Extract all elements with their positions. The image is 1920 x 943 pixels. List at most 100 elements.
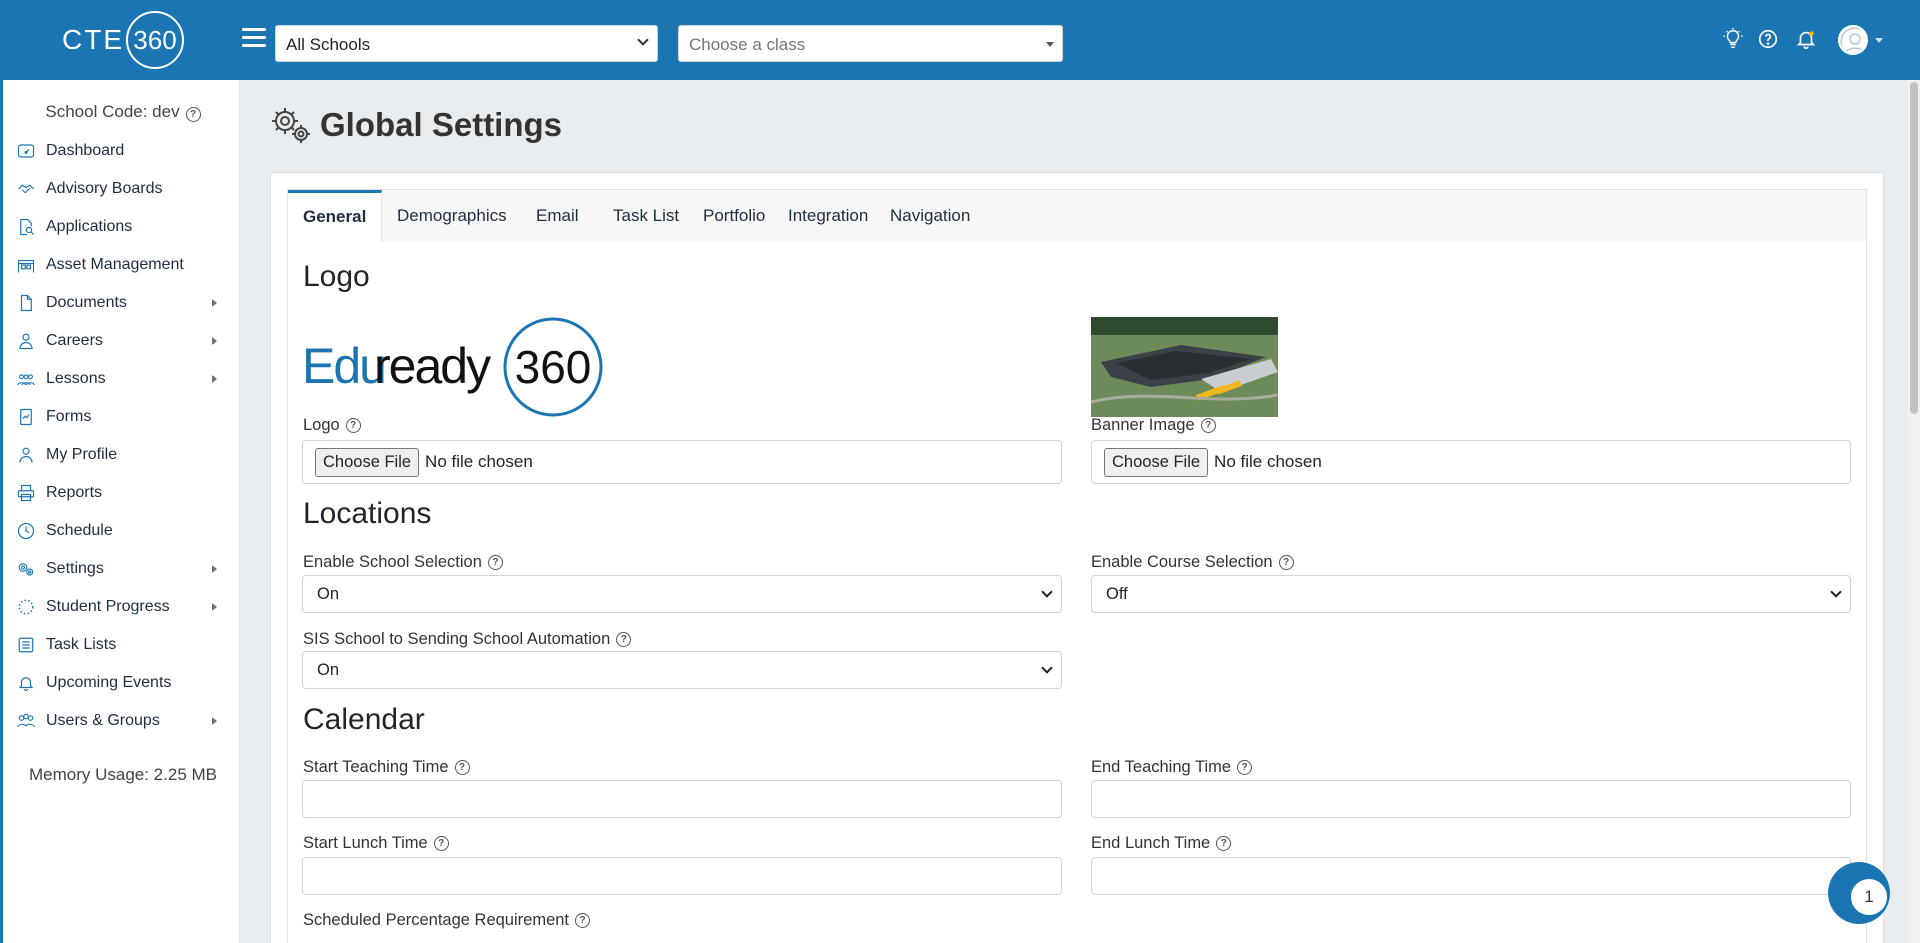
chevron-right-icon: [212, 375, 217, 383]
help-icon[interactable]: ?: [433, 836, 449, 851]
sidebar-item-task-lists[interactable]: Task Lists: [3, 626, 239, 664]
locations-heading: Locations: [303, 497, 432, 530]
help-icon[interactable]: ?: [345, 418, 361, 433]
tab-integration[interactable]: Integration: [773, 190, 883, 243]
sidebar-item-label: My Profile: [46, 446, 118, 463]
logo-file-input[interactable]: Choose File No file chosen: [302, 440, 1062, 484]
help-icon[interactable]: [1757, 28, 1779, 50]
sidebar-item-student-progress[interactable]: Student Progress: [3, 588, 239, 626]
chevron-down-icon: [1041, 586, 1053, 598]
sidebar-item-label: Careers: [46, 332, 103, 349]
sidebar-item-dashboard[interactable]: Dashboard: [3, 132, 239, 170]
course-selection-value: Off: [1106, 585, 1128, 603]
careers-icon: [16, 331, 36, 351]
help-icon[interactable]: ?: [1216, 836, 1232, 851]
top-navbar: CTE 360 All Schools Choose a class: [0, 0, 1920, 80]
scrollbar-thumb[interactable]: [1910, 82, 1918, 414]
tab-demographics[interactable]: Demographics: [382, 190, 522, 243]
sidebar-item-documents[interactable]: Documents: [3, 284, 239, 322]
start-teaching-time-input[interactable]: [302, 780, 1062, 818]
printer-icon: [16, 483, 36, 503]
start-lunch-time-input[interactable]: [302, 857, 1062, 895]
sidebar-item-users-groups[interactable]: Users & Groups: [3, 702, 239, 740]
brand-text: CTE: [62, 24, 124, 55]
sidebar-item-asset-management[interactable]: Asset Management: [3, 246, 239, 284]
help-icon[interactable]: ?: [1200, 418, 1216, 433]
end-lunch-label: End Lunch Time?: [1091, 834, 1232, 853]
tab-general[interactable]: General: [288, 190, 383, 244]
sidebar-item-label: Dashboard: [46, 142, 125, 159]
choose-file-button[interactable]: Choose File: [315, 447, 420, 477]
course-selection-label-text: Enable Course Selection: [1091, 553, 1273, 571]
eduready360-logo-graphic: Edu ready 360: [302, 317, 603, 417]
school-code: School Code: dev?: [3, 102, 243, 122]
help-icon[interactable]: ?: [185, 107, 201, 122]
no-file-text: No file chosen: [1214, 452, 1322, 471]
school-select[interactable]: All Schools: [275, 25, 658, 62]
chevron-right-icon: [212, 603, 217, 611]
user-menu-caret-icon[interactable]: [1875, 38, 1883, 43]
tab-email[interactable]: Email: [521, 190, 594, 243]
sis-automation-label-text: SIS School to Sending School Automation: [303, 630, 611, 648]
sidebar-item-label: Schedule: [46, 522, 113, 539]
sidebar-item-lessons[interactable]: Lessons: [3, 360, 239, 398]
help-icon[interactable]: ?: [454, 760, 470, 775]
help-icon[interactable]: ?: [1237, 760, 1253, 775]
sidebar-item-my-profile[interactable]: My Profile: [3, 436, 239, 474]
school-select-value: All Schools: [286, 35, 371, 54]
scheduled-percentage-label: Scheduled Percentage Requirement?: [303, 911, 591, 930]
sidebar-item-upcoming-events[interactable]: Upcoming Events: [3, 664, 239, 702]
sidebar-item-settings[interactable]: Settings: [3, 550, 239, 588]
end-lunch-time-input[interactable]: [1091, 857, 1851, 895]
chat-notification-badge[interactable]: 1: [1849, 877, 1889, 917]
sidebar-item-label: Student Progress: [46, 598, 170, 615]
chevron-right-icon: [212, 299, 217, 307]
sis-automation-select[interactable]: On: [302, 651, 1062, 689]
course-selection-select[interactable]: Off: [1091, 575, 1851, 613]
logo-ring-text: 360: [515, 341, 592, 393]
memory-usage: Memory Usage: 2.25 MB: [28, 765, 217, 784]
school-selection-label-text: Enable School Selection: [303, 553, 482, 571]
clock-icon: [16, 521, 36, 541]
logo-ready-text: ready: [374, 338, 491, 394]
bell-icon: [16, 673, 36, 693]
lightbulb-icon[interactable]: [1722, 28, 1744, 50]
sidebar-item-label: Lessons: [46, 370, 106, 387]
sidebar-item-forms[interactable]: Forms: [3, 398, 239, 436]
help-icon[interactable]: ?: [1278, 555, 1294, 570]
sidebar-item-applications[interactable]: Applications: [3, 208, 239, 246]
start-lunch-label: Start Lunch Time?: [303, 834, 449, 853]
sis-automation-label: SIS School to Sending School Automation?: [303, 630, 632, 649]
help-icon[interactable]: ?: [487, 555, 503, 570]
gears-icon: [272, 108, 310, 143]
brand-ring: 360: [126, 11, 184, 69]
school-selection-select[interactable]: On: [302, 575, 1062, 613]
school-code-text: School Code: dev: [45, 102, 180, 121]
sidebar-item-advisory-boards[interactable]: Advisory Boards: [3, 170, 239, 208]
start-lunch-label-text: Start Lunch Time: [303, 834, 428, 852]
bell-icon[interactable]: [1795, 28, 1817, 50]
tab-portfolio[interactable]: Portfolio: [688, 190, 780, 243]
sidebar-item-careers[interactable]: Careers: [3, 322, 239, 360]
cte360-logo[interactable]: CTE 360: [62, 11, 184, 69]
sidebar-item-reports[interactable]: Reports: [3, 474, 239, 512]
banner-file-input[interactable]: Choose File No file chosen: [1091, 440, 1851, 484]
page-scrollbar[interactable]: [1908, 80, 1920, 943]
class-select[interactable]: Choose a class: [678, 25, 1063, 62]
tab-task-list[interactable]: Task List: [598, 190, 694, 243]
calendar-heading: Calendar: [303, 703, 425, 736]
sidebar-item-schedule[interactable]: Schedule: [3, 512, 239, 550]
logo-edu-text: Edu: [302, 338, 385, 394]
form-icon: [16, 407, 36, 427]
help-icon[interactable]: ?: [616, 632, 632, 647]
warehouse-icon: [16, 255, 36, 275]
choose-file-button[interactable]: Choose File: [1104, 447, 1209, 477]
user-avatar[interactable]: [1838, 25, 1868, 55]
user-avatar-icon: [1840, 27, 1866, 53]
menu-toggle-icon[interactable]: [242, 28, 266, 50]
school-selection-label: Enable School Selection?: [303, 553, 503, 572]
end-teaching-time-input[interactable]: [1091, 780, 1851, 818]
help-icon[interactable]: ?: [575, 913, 591, 928]
tab-navigation[interactable]: Navigation: [875, 190, 985, 243]
start-teaching-label-text: Start Teaching Time: [303, 758, 449, 776]
